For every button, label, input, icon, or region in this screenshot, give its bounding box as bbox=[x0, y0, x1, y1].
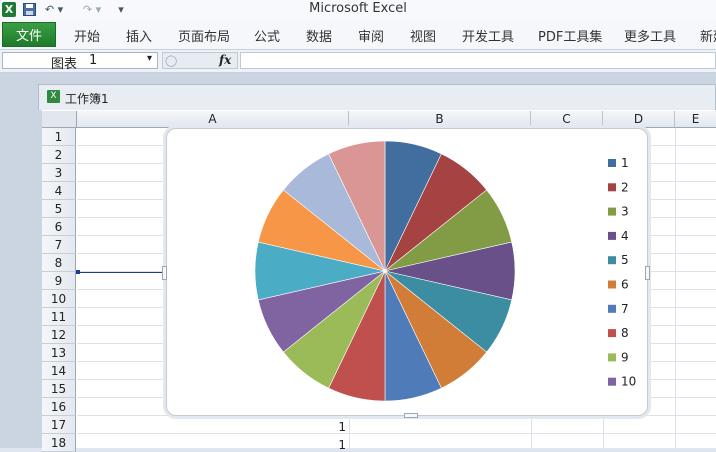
row-header-13[interactable]: 13 bbox=[42, 344, 76, 362]
tab-pdf-tools[interactable]: PDF工具集 bbox=[538, 26, 602, 45]
workbook-title-bar: X 工作簿1 bbox=[38, 84, 716, 110]
row-header-18[interactable]: 18 bbox=[42, 434, 76, 452]
legend-label-10: 10 bbox=[621, 375, 636, 389]
pie-chart: 1 2 3 4 5 6 7 8 9 10 bbox=[254, 140, 636, 402]
tab-more-tools[interactable]: 更多工具 bbox=[624, 26, 676, 45]
legend-swatch-6 bbox=[608, 280, 616, 289]
tab-home[interactable]: 开始 bbox=[74, 26, 100, 45]
row-header-1[interactable]: 1 bbox=[42, 128, 76, 146]
tab-new[interactable]: 新建 bbox=[700, 26, 716, 45]
legend-label-6: 6 bbox=[621, 278, 629, 292]
row-header-15[interactable]: 15 bbox=[42, 380, 76, 398]
row-header-6[interactable]: 6 bbox=[42, 218, 76, 236]
name-box-dropdown-icon[interactable]: ▾ bbox=[147, 53, 152, 64]
legend-swatch-2 bbox=[608, 183, 616, 192]
chart-resize-handle-right[interactable] bbox=[645, 266, 650, 280]
tab-review[interactable]: 审阅 bbox=[358, 26, 384, 45]
row-header-16[interactable]: 16 bbox=[42, 398, 76, 416]
formula-input[interactable] bbox=[240, 52, 716, 69]
legend-label-2: 2 bbox=[621, 180, 629, 194]
tab-developer[interactable]: 开发工具 bbox=[462, 26, 514, 45]
chart-resize-handle-left[interactable] bbox=[162, 266, 167, 280]
gridline bbox=[675, 128, 676, 448]
gridline bbox=[77, 433, 716, 434]
workbook-title: 工作簿1 bbox=[65, 92, 109, 106]
row-header-7[interactable]: 7 bbox=[42, 236, 76, 254]
legend-swatch-5 bbox=[608, 256, 616, 265]
name-box[interactable]: 图表 1 ▾ bbox=[2, 52, 158, 72]
row-header-2[interactable]: 2 bbox=[42, 146, 76, 164]
row-header-3[interactable]: 3 bbox=[42, 164, 76, 182]
row-header-14[interactable]: 14 bbox=[42, 362, 76, 380]
chart-resize-handle-bottom[interactable] bbox=[404, 413, 418, 418]
legend-label-3: 3 bbox=[621, 205, 629, 219]
legend-swatch-8 bbox=[608, 329, 616, 338]
row-header-5[interactable]: 5 bbox=[42, 200, 76, 218]
legend-label-9: 9 bbox=[621, 350, 629, 364]
legend-label-5: 5 bbox=[621, 253, 629, 267]
legend-swatch-1 bbox=[608, 159, 616, 167]
legend-swatch-4 bbox=[608, 231, 616, 240]
column-header-a[interactable]: A bbox=[77, 111, 349, 128]
tab-page-layout[interactable]: 页面布局 bbox=[178, 26, 230, 45]
row-header-12[interactable]: 12 bbox=[42, 326, 76, 344]
anchor-marker bbox=[76, 270, 80, 274]
select-all-corner[interactable] bbox=[42, 111, 77, 128]
legend-swatch-10 bbox=[608, 377, 616, 386]
tab-data[interactable]: 数据 bbox=[306, 26, 332, 45]
row-header-8[interactable]: 8 bbox=[42, 254, 76, 272]
row-header-9[interactable]: 9 bbox=[42, 272, 76, 290]
formula-controls: ◯ fx bbox=[162, 52, 238, 69]
cell-a18[interactable]: 1 bbox=[316, 438, 346, 452]
column-header-d[interactable]: D bbox=[603, 111, 675, 128]
name-box-value: 1 bbox=[89, 53, 98, 68]
chart-area[interactable]: 1 2 3 4 5 6 7 8 9 10 bbox=[166, 128, 648, 416]
column-header-c[interactable]: C bbox=[531, 111, 603, 128]
cell-a17[interactable]: 1 bbox=[316, 420, 346, 434]
workbook-icon: X bbox=[47, 90, 60, 103]
file-tab[interactable]: 文件 bbox=[2, 22, 56, 47]
expand-handle-icon[interactable]: ◯ bbox=[165, 54, 177, 67]
legend-swatch-3 bbox=[608, 207, 616, 216]
legend-swatch-9 bbox=[608, 353, 616, 362]
row-header-11[interactable]: 11 bbox=[42, 308, 76, 326]
tab-formulas[interactable]: 公式 bbox=[254, 26, 280, 45]
row-header-4[interactable]: 4 bbox=[42, 182, 76, 200]
name-box-label: 图表 bbox=[51, 57, 78, 72]
tab-view[interactable]: 视图 bbox=[410, 26, 436, 45]
insert-function-button[interactable]: fx bbox=[219, 53, 231, 67]
window-title: Microsoft Excel bbox=[309, 1, 407, 16]
anchor-line bbox=[77, 272, 167, 273]
column-header-e[interactable]: E bbox=[675, 111, 716, 128]
legend-label-8: 8 bbox=[621, 326, 629, 340]
tab-insert[interactable]: 插入 bbox=[126, 26, 152, 45]
legend-label-1: 1 bbox=[621, 156, 629, 170]
column-header-b[interactable]: B bbox=[349, 111, 531, 128]
row-header-10[interactable]: 10 bbox=[42, 290, 76, 308]
legend-label-7: 7 bbox=[621, 302, 629, 316]
row-header-17[interactable]: 17 bbox=[42, 416, 76, 434]
legend-swatch-7 bbox=[608, 304, 616, 313]
legend-label-4: 4 bbox=[621, 229, 629, 243]
